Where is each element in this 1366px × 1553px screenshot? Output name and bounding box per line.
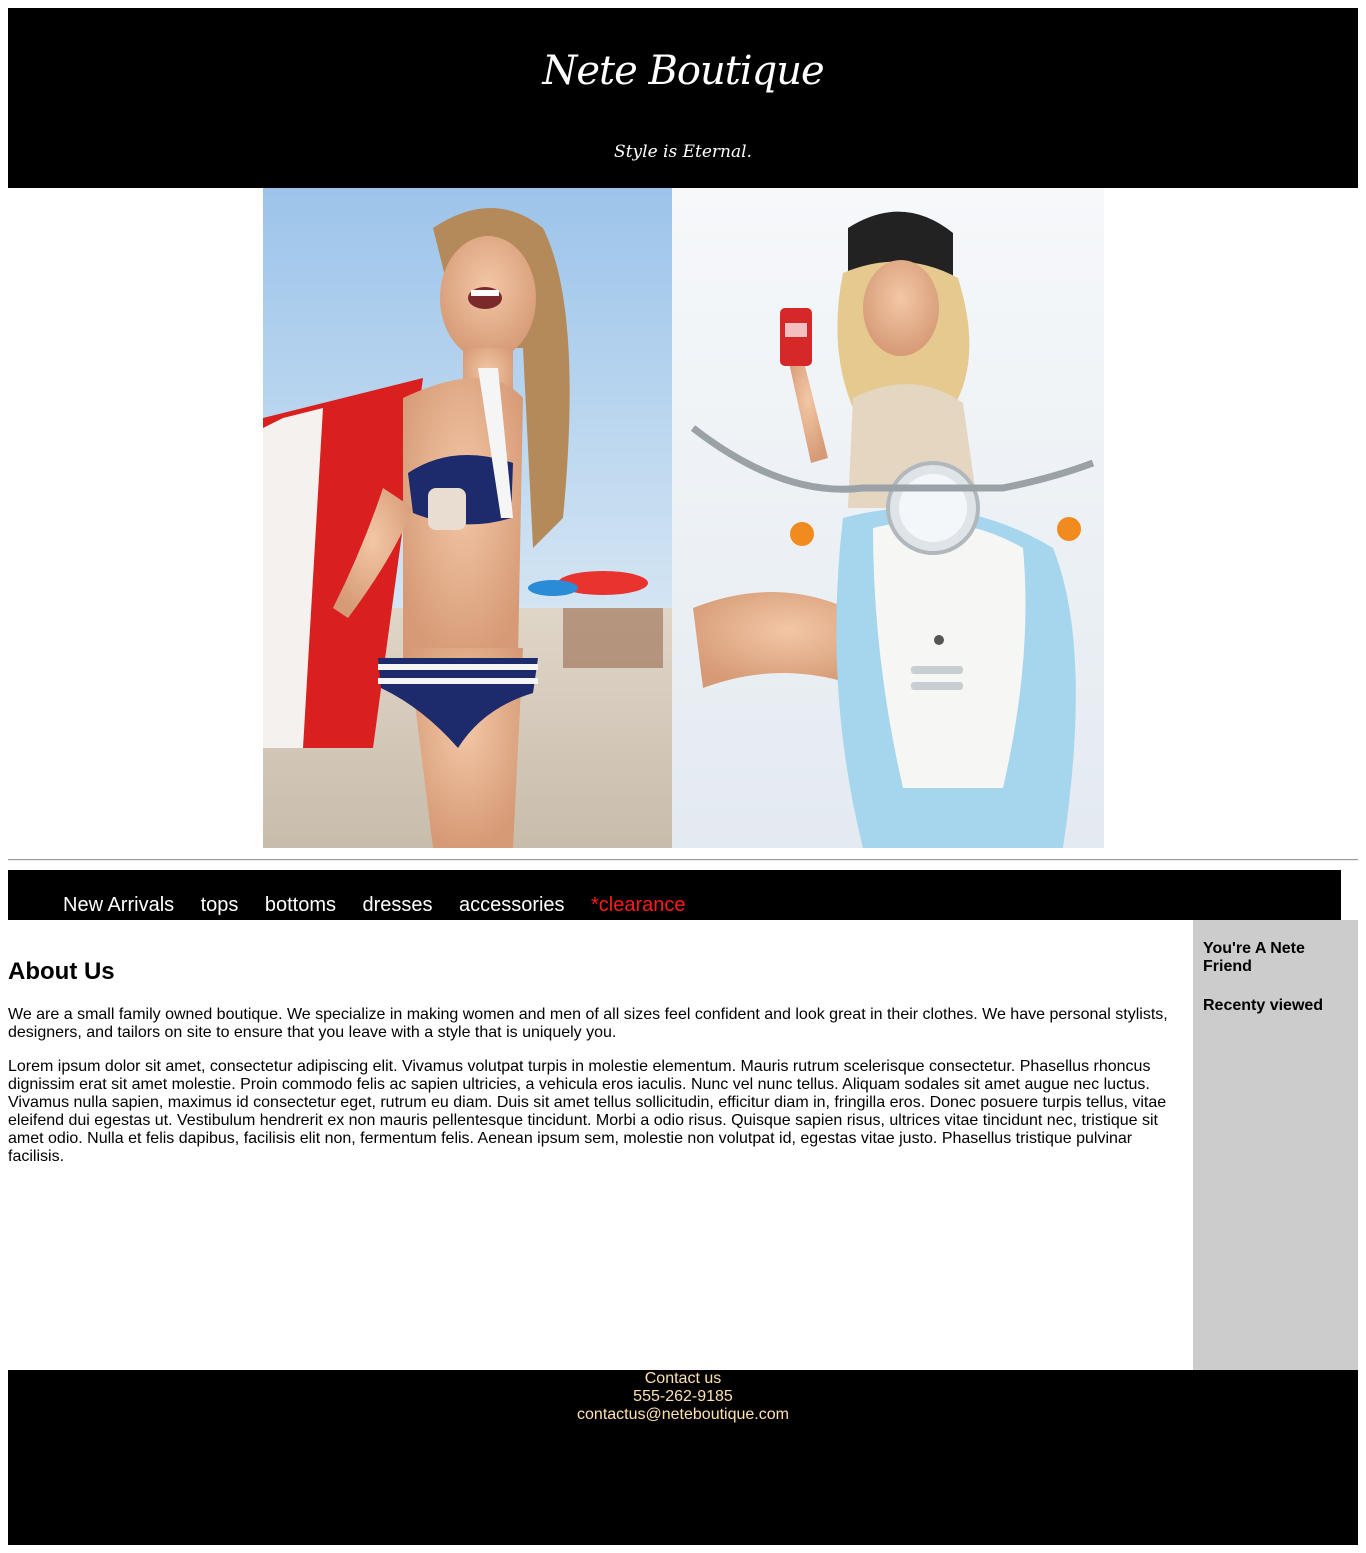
contact-phone: 555-262-9185 (633, 1388, 733, 1405)
sidebar: You're A Nete Friend Recenty viewed (1193, 920, 1358, 1370)
main-content: About Us We are a small family owned bou… (8, 958, 1173, 1182)
nav-bottoms[interactable]: bottoms (265, 894, 336, 916)
site-title[interactable]: Nete Boutique (8, 48, 1358, 94)
recently-viewed-heading: Recenty viewed (1203, 997, 1324, 1014)
divider (8, 859, 1358, 861)
scooter-photo (672, 188, 1104, 848)
nav-new-arrivals[interactable]: New Arrivals (63, 894, 174, 916)
about-body: Lorem ipsum dolor sit amet, consectetur … (8, 1058, 1167, 1165)
contact-label: Contact us (644, 1370, 722, 1387)
nav-dresses[interactable]: dresses (362, 894, 432, 916)
main-nav: New Arrivals tops bottoms dresses access… (8, 870, 1341, 920)
beach-photo (263, 188, 672, 848)
site-header: Nete Boutique Style is Eternal. (8, 8, 1358, 188)
about-heading: About Us (8, 958, 115, 985)
nav-accessories[interactable]: accessories (459, 894, 565, 916)
hero-banner (263, 188, 1104, 848)
nav-clearance[interactable]: *clearance (591, 894, 686, 916)
nav-tops[interactable]: tops (201, 894, 239, 916)
friend-heading: You're A Nete Friend (1203, 940, 1305, 975)
site-footer: Contact us 555-262-9185 contactus@netebo… (8, 1370, 1358, 1545)
site-tagline: Style is Eternal. (614, 142, 752, 162)
contact-email[interactable]: contactus@neteboutique.com (8, 1406, 1358, 1424)
hero-image (263, 188, 1104, 848)
about-intro: We are a small family owned boutique. We… (8, 1006, 1168, 1041)
